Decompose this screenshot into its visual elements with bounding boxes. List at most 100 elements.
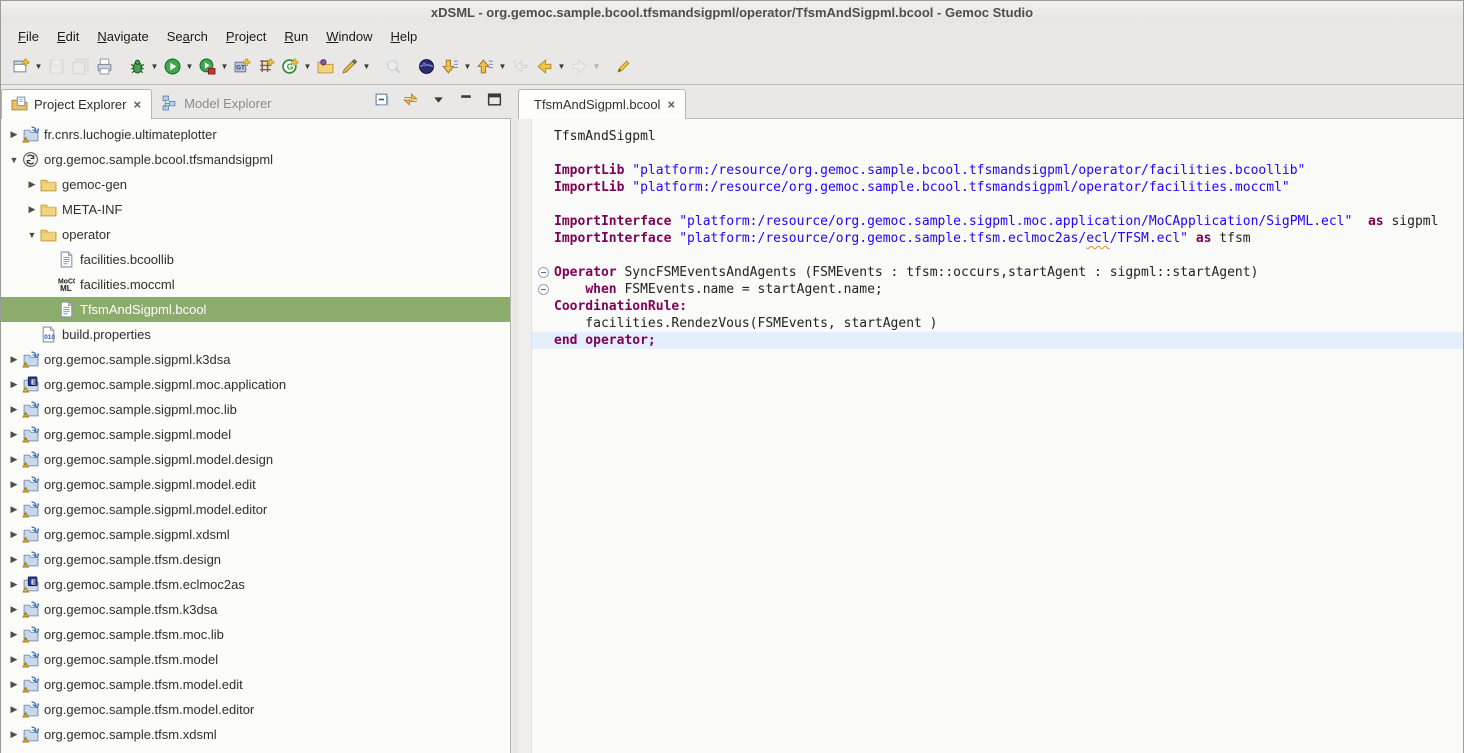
chevron-collapsed-icon[interactable]: ▶ xyxy=(7,654,21,665)
previous-annotation-dropdown[interactable]: ▼ xyxy=(497,62,508,71)
tree-item-org-gemoc-sample-sigpml-model-design[interactable]: ▶!org.gemoc.sample.sigpml.model.design xyxy=(1,447,510,472)
menu-edit[interactable]: Edit xyxy=(48,25,88,48)
run-dropdown[interactable]: ▼ xyxy=(184,62,195,71)
chevron-collapsed-icon[interactable]: ▶ xyxy=(7,404,21,415)
chevron-collapsed-icon[interactable]: ▶ xyxy=(7,479,21,490)
tree-item-org-gemoc-sample-sigpml-xdsml[interactable]: ▶!org.gemoc.sample.sigpml.xdsml xyxy=(1,522,510,547)
menu-window[interactable]: Window xyxy=(317,25,381,48)
mark-occurrences-button[interactable] xyxy=(611,54,635,80)
sash-divider[interactable] xyxy=(511,88,518,753)
run-history-button[interactable] xyxy=(195,54,219,80)
chevron-collapsed-icon[interactable]: ▶ xyxy=(7,604,21,615)
chevron-collapsed-icon[interactable]: ▶ xyxy=(7,429,21,440)
chevron-collapsed-icon[interactable]: ▶ xyxy=(7,454,21,465)
run-history-dropdown[interactable]: ▼ xyxy=(219,62,230,71)
view-menu-button[interactable] xyxy=(429,94,447,110)
next-annotation-button[interactable] xyxy=(438,54,462,80)
tree-item-org-gemoc-sample-tfsm-model-editor[interactable]: ▶!org.gemoc.sample.tfsm.model.editor xyxy=(1,697,510,722)
close-icon[interactable]: × xyxy=(666,97,676,112)
tree-item-tfsmandsigpml-bcool[interactable]: TfsmAndSigpml.bcool xyxy=(1,297,510,322)
tree-item-build-properties[interactable]: 010build.properties xyxy=(1,322,510,347)
tree-item-gemoc-gen[interactable]: ▶gemoc-gen xyxy=(1,172,510,197)
collapse-all-button[interactable] xyxy=(373,94,391,110)
code-editor[interactable]: TfsmAndSigpmlImportLib "platform:/resour… xyxy=(518,119,1463,753)
run-button[interactable] xyxy=(160,54,184,80)
tree-item-org-gemoc-sample-tfsm-xdsml[interactable]: ▶!org.gemoc.sample.tfsm.xdsml xyxy=(1,722,510,747)
chevron-collapsed-icon[interactable]: ▶ xyxy=(7,529,21,540)
tree-item-org-gemoc-sample-sigpml-model-editor[interactable]: ▶!org.gemoc.sample.sigpml.model.editor xyxy=(1,497,510,522)
tree-item-meta-inf[interactable]: ▶META-INF xyxy=(1,197,510,222)
tree-item-org-gemoc-sample-tfsm-eclmoc2as[interactable]: ▶Eorg.gemoc.sample.tfsm.eclmoc2as xyxy=(1,572,510,597)
print-button[interactable] xyxy=(92,54,116,80)
next-annotation-dropdown[interactable]: ▼ xyxy=(462,62,473,71)
new-class-dropdown[interactable]: ▼ xyxy=(302,62,313,71)
chevron-collapsed-icon[interactable]: ▶ xyxy=(7,629,21,640)
file-icon xyxy=(57,302,75,318)
debug-button[interactable] xyxy=(125,54,149,80)
tree-item-org-gemoc-sample-tfsm-model[interactable]: ▶!org.gemoc.sample.tfsm.model xyxy=(1,647,510,672)
brush-dropdown[interactable]: ▼ xyxy=(361,62,372,71)
back-dropdown[interactable]: ▼ xyxy=(556,62,567,71)
up-arrow-list-icon xyxy=(475,57,495,77)
chevron-collapsed-icon[interactable]: ▶ xyxy=(7,554,21,565)
maximize-button[interactable] xyxy=(485,94,503,110)
menu-search[interactable]: Search xyxy=(158,25,217,48)
open-browser-button[interactable] xyxy=(414,54,438,80)
tree-item-org-gemoc-sample-bcool-tfsmandsigpml[interactable]: ▼org.gemoc.sample.bcool.tfsmandsigpml xyxy=(1,147,510,172)
chevron-expanded-icon[interactable]: ▼ xyxy=(7,155,21,165)
menu-navigate[interactable]: Navigate xyxy=(88,25,157,48)
tree-item-facilities-moccml[interactable]: MoCCMLfacilities.moccml xyxy=(1,272,510,297)
tab-model-explorer[interactable]: Model Explorer xyxy=(152,89,280,118)
tree-item-org-gemoc-sample-tfsm-design[interactable]: ▶!org.gemoc.sample.tfsm.design xyxy=(1,547,510,572)
link-with-editor-button[interactable] xyxy=(401,94,419,110)
chevron-collapsed-icon[interactable]: ▶ xyxy=(7,729,21,740)
back-button[interactable] xyxy=(532,54,556,80)
tree-item-fr-cnrs-luchogie-ultimateplotter[interactable]: ▶!fr.cnrs.luchogie.ultimateplotter xyxy=(1,122,510,147)
chevron-collapsed-icon[interactable]: ▶ xyxy=(7,504,21,515)
new-gt-button[interactable]: GT xyxy=(230,54,254,80)
new-dropdown[interactable]: ▼ xyxy=(33,62,44,71)
chevron-collapsed-icon[interactable]: ▶ xyxy=(7,704,21,715)
tree-item-facilities-bcoollib[interactable]: facilities.bcoollib xyxy=(1,247,510,272)
tree-item-org-gemoc-sample-sigpml-moc-lib[interactable]: ▶!org.gemoc.sample.sigpml.moc.lib xyxy=(1,397,510,422)
debug-dropdown[interactable]: ▼ xyxy=(149,62,160,71)
previous-annotation-button[interactable] xyxy=(473,54,497,80)
chevron-collapsed-icon[interactable]: ▶ xyxy=(7,579,21,590)
tree-item-org-gemoc-sample-tfsm-moc-lib[interactable]: ▶!org.gemoc.sample.tfsm.moc.lib xyxy=(1,622,510,647)
chevron-collapsed-icon[interactable]: ▶ xyxy=(7,129,21,140)
tree-item-org-gemoc-sample-tfsm-model-edit[interactable]: ▶!org.gemoc.sample.tfsm.model.edit xyxy=(1,672,510,697)
open-artifact-button[interactable] xyxy=(313,54,337,80)
tree-item-org-gemoc-sample-sigpml-model[interactable]: ▶!org.gemoc.sample.sigpml.model xyxy=(1,422,510,447)
menu-file[interactable]: File xyxy=(9,25,48,48)
fold-marker[interactable] xyxy=(532,264,554,281)
chevron-collapsed-icon[interactable]: ▶ xyxy=(25,179,39,190)
menu-project[interactable]: Project xyxy=(217,25,275,48)
new-table-button[interactable] xyxy=(254,54,278,80)
chevron-collapsed-icon[interactable]: ▶ xyxy=(25,204,39,215)
brush-button[interactable] xyxy=(337,54,361,80)
fold-marker[interactable] xyxy=(532,281,554,298)
chevron-collapsed-icon[interactable]: ▶ xyxy=(7,354,21,365)
menu-run[interactable]: Run xyxy=(275,25,317,48)
chevron-collapsed-icon[interactable]: ▶ xyxy=(7,379,21,390)
chevron-collapsed-icon[interactable]: ▶ xyxy=(7,679,21,690)
tab-project-explorer[interactable]: Project Explorer × xyxy=(1,89,152,119)
forward-dropdown[interactable]: ▼ xyxy=(591,62,602,71)
tree-item-org-gemoc-sample-sigpml-moc-application[interactable]: ▶Eorg.gemoc.sample.sigpml.moc.applicatio… xyxy=(1,372,510,397)
chevron-expanded-icon[interactable]: ▼ xyxy=(25,230,39,240)
menu-help[interactable]: Help xyxy=(381,25,426,48)
fold-column xyxy=(532,196,554,213)
new-button[interactable] xyxy=(9,54,33,80)
editor-tab-tfsmandsigpml[interactable]: TfsmAndSigpml.bcool × xyxy=(518,89,686,119)
tree-item-org-gemoc-sample-tfsm-k3dsa[interactable]: ▶!org.gemoc.sample.tfsm.k3dsa xyxy=(1,597,510,622)
tree-item-org-gemoc-sample-sigpml-model-edit[interactable]: ▶!org.gemoc.sample.sigpml.model.edit xyxy=(1,472,510,497)
new-class-button[interactable]: G xyxy=(278,54,302,80)
code-text[interactable]: TfsmAndSigpmlImportLib "platform:/resour… xyxy=(532,119,1463,753)
close-icon[interactable]: × xyxy=(132,97,142,112)
minimize-button[interactable] xyxy=(457,94,475,110)
editor-tab-label: TfsmAndSigpml.bcool xyxy=(534,97,660,112)
tree-item-org-gemoc-sample-sigpml-k3dsa[interactable]: ▶!org.gemoc.sample.sigpml.k3dsa xyxy=(1,347,510,372)
tree-item-operator[interactable]: ▼operator xyxy=(1,222,510,247)
annotation-ruler[interactable] xyxy=(518,119,532,753)
search-icon xyxy=(383,57,403,77)
